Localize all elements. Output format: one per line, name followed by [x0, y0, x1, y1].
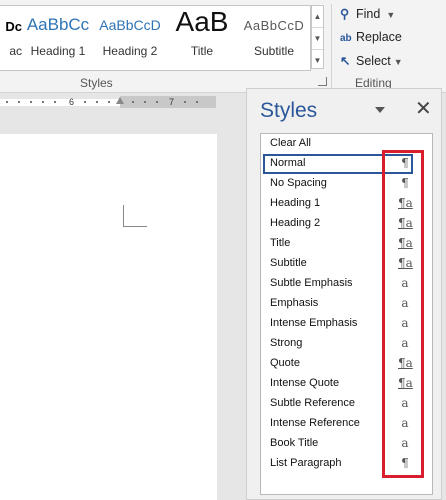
style-item-label: Title	[270, 237, 291, 249]
style-caption: ac	[9, 44, 22, 58]
style-caption: Heading 2	[102, 44, 158, 58]
gallery-down-icon[interactable]: ▼	[312, 28, 323, 50]
horizontal-ruler[interactable]: 6 7	[0, 96, 216, 108]
replace-button[interactable]: ab Replace	[340, 30, 402, 44]
style-sample: AaBbCcD	[243, 18, 305, 33]
styles-dialog-launcher-icon[interactable]	[318, 77, 327, 86]
replace-icon: ab	[340, 33, 352, 44]
replace-label: Replace	[356, 30, 402, 44]
style-tile-heading-2[interactable]: AaBbCcD Heading 2	[96, 6, 164, 70]
document-page[interactable]	[0, 134, 217, 500]
style-item-label: Heading 1	[270, 197, 321, 209]
style-sample: Dc	[5, 19, 22, 34]
pane-options-dropdown-icon[interactable]	[375, 107, 385, 113]
ruler-mark: 6	[69, 97, 75, 107]
style-tile-heading-1[interactable]: AaBbCc Heading 1	[24, 6, 92, 70]
gallery-up-icon[interactable]: ▲	[312, 6, 323, 28]
find-button[interactable]: ⚲ Find ▼	[340, 6, 395, 21]
style-item-label: Strong	[270, 337, 303, 349]
ribbon: Dc ac AaBbCc Heading 1 AaBbCcD Heading 2…	[0, 0, 446, 93]
style-item-label: Emphasis	[270, 297, 319, 309]
style-item-label: Book Title	[270, 437, 319, 449]
style-item-label: Clear All	[270, 137, 311, 149]
select-dropdown-icon: ▼	[393, 57, 403, 67]
select-label: Select	[356, 54, 391, 68]
style-item-label: Subtle Emphasis	[270, 277, 353, 289]
ruler-mark: 7	[169, 97, 175, 107]
style-item-label: List Paragraph	[270, 457, 342, 469]
style-item-label: Subtitle	[270, 257, 307, 269]
pane-title: Styles	[260, 99, 318, 122]
style-caption: Title	[190, 44, 214, 58]
style-item-label: Heading 2	[270, 217, 321, 229]
gallery-more-icon[interactable]: ▼	[312, 50, 323, 71]
indent-marker-icon[interactable]	[116, 97, 124, 104]
styles-gallery: Dc ac AaBbCc Heading 1 AaBbCcD Heading 2…	[0, 5, 311, 71]
style-tile-normal[interactable]: Dc ac	[0, 6, 22, 70]
style-item-label: No Spacing	[270, 177, 327, 189]
style-sample: AaBbCc	[26, 15, 90, 34]
find-label: Find	[356, 7, 381, 21]
style-item-label: Intense Quote	[270, 377, 340, 389]
find-dropdown-icon: ▼	[386, 10, 396, 20]
select-button[interactable]: ↖ Select ▼	[340, 53, 403, 68]
style-tile-subtitle[interactable]: AaBbCcD Subtitle	[240, 6, 308, 70]
cursor-icon: ↖	[340, 54, 351, 68]
group-separator	[331, 4, 332, 88]
highlight-annotation	[382, 150, 424, 478]
margin-corner-mark	[123, 226, 147, 227]
style-tile-title[interactable]: AaB Title	[168, 6, 236, 70]
style-item-label: Normal	[270, 157, 306, 169]
style-item-label: Quote	[270, 357, 300, 369]
style-caption: Heading 1	[30, 44, 86, 58]
gallery-scroll: ▲ ▼ ▼	[311, 5, 324, 69]
search-icon: ⚲	[340, 7, 350, 21]
style-sample: AaB	[175, 6, 229, 37]
style-item-label: Subtle Reference	[270, 397, 355, 409]
close-icon[interactable]: ✕	[415, 97, 432, 121]
styles-group-label: Styles	[80, 76, 113, 90]
style-sample: AaBbCcD	[99, 17, 161, 33]
style-item-label: Intense Emphasis	[270, 317, 358, 329]
margin-corner-mark	[123, 205, 124, 227]
style-caption: Subtitle	[253, 44, 295, 58]
style-item-label: Intense Reference	[270, 417, 360, 429]
